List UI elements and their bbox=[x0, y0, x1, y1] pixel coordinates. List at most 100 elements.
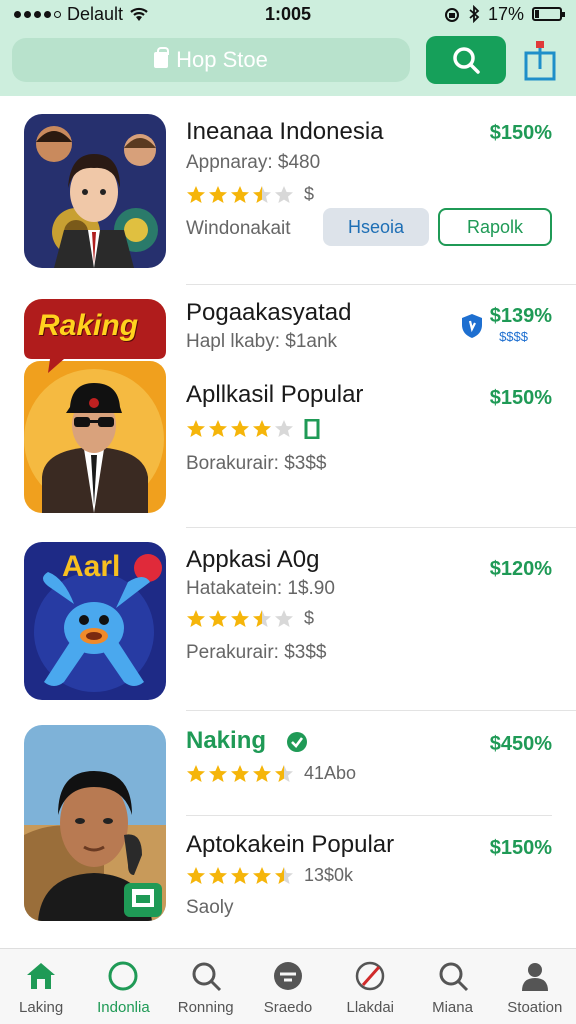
star-icon bbox=[275, 866, 293, 884]
list-item[interactable]: Raking Pogaakasyatad Hapl lkaby: $1ank $… bbox=[0, 285, 576, 527]
divider bbox=[186, 815, 552, 816]
tab-bar: Laking Indonlia Ronning Sraedo Llakdai M… bbox=[0, 948, 576, 1024]
secondary-button[interactable]: Hseoia bbox=[323, 208, 429, 246]
verified-badge-icon bbox=[287, 732, 307, 752]
chat-icon bbox=[273, 962, 302, 990]
verified-shield-icon bbox=[462, 314, 482, 338]
tab-label: Ronning bbox=[177, 999, 234, 1016]
app-name: Pogaakasyatad bbox=[186, 299, 352, 326]
star-icon bbox=[275, 764, 293, 782]
tab-label: Sraedo bbox=[263, 999, 313, 1016]
app-banner-text: Raking bbox=[38, 309, 139, 342]
battery-percent: 17% bbox=[487, 3, 524, 24]
star-icon bbox=[253, 764, 271, 782]
app-price: $139% bbox=[489, 305, 552, 327]
search-icon bbox=[453, 47, 480, 74]
list-item[interactable]: Naking $450% 41Abo Aptokakein Popular $1… bbox=[0, 711, 576, 947]
primary-button[interactable]: Rapolk bbox=[438, 208, 552, 246]
rating-stars: 13$0k bbox=[186, 865, 353, 886]
tab-miana[interactable]: Miana bbox=[411, 949, 493, 1024]
star-icon bbox=[231, 866, 249, 884]
app-price: $150% bbox=[489, 387, 552, 409]
star-icon bbox=[231, 185, 249, 203]
rating-stars: $ bbox=[186, 184, 314, 205]
search-placeholder: Hop Stoe bbox=[176, 47, 268, 72]
star-icon bbox=[275, 185, 293, 203]
app-name: Aptokakein Popular bbox=[186, 831, 395, 858]
tab-sraedo[interactable]: Sraedo bbox=[247, 949, 329, 1024]
lock-rotation-icon bbox=[444, 8, 459, 22]
signal-icon bbox=[14, 10, 61, 18]
pen-icon bbox=[356, 961, 385, 991]
app-detail: Windonakait bbox=[186, 218, 291, 239]
star-icon bbox=[253, 866, 271, 884]
star-icon bbox=[231, 609, 249, 627]
star-icon bbox=[187, 609, 205, 627]
tab-label: Laking bbox=[19, 999, 64, 1016]
rating-extra: 41Abo bbox=[304, 763, 357, 783]
rating-extra: $ bbox=[304, 184, 315, 204]
app-name: Apllkasil Popular bbox=[186, 381, 364, 408]
search-input[interactable]: Hop Stoe bbox=[12, 38, 410, 82]
app-subtitle: Hapl lkaby: $1ank bbox=[186, 331, 338, 352]
app-price: $150% bbox=[489, 837, 552, 859]
app-icon-photo bbox=[24, 725, 166, 921]
tab-indonlia[interactable]: Indonlia bbox=[82, 949, 164, 1024]
header: Hop Stoe bbox=[0, 28, 576, 96]
star-icon bbox=[253, 185, 271, 203]
star-icon bbox=[231, 420, 249, 437]
circle-icon bbox=[108, 961, 138, 991]
bookmark-icon bbox=[304, 419, 320, 439]
star-icon bbox=[209, 609, 227, 627]
rating-extra: $ bbox=[304, 608, 315, 628]
star-icon bbox=[209, 764, 227, 782]
rating-stars bbox=[186, 419, 320, 439]
tab-label: Miana bbox=[432, 999, 473, 1016]
search-icon bbox=[439, 962, 468, 992]
star-icon bbox=[187, 866, 205, 884]
status-bar: Delault 1:005 17% bbox=[0, 0, 576, 28]
app-name: Appkasi A0g bbox=[186, 546, 320, 573]
app-icon-raking: Raking bbox=[24, 299, 166, 513]
tab-ronning[interactable]: Ronning bbox=[165, 949, 247, 1024]
bluetooth-icon bbox=[469, 5, 480, 23]
star-icon bbox=[187, 185, 205, 203]
list-item[interactable]: Aarl Appkasi A0g Hatakatein: 1$.90 $120%… bbox=[0, 528, 576, 710]
app-price: $150% bbox=[489, 122, 552, 144]
app-price: $450% bbox=[489, 733, 552, 755]
app-name: Ineanaa Indonesia bbox=[186, 118, 384, 145]
tab-llakdai[interactable]: Llakdai bbox=[329, 949, 411, 1024]
rating-stars: $ bbox=[186, 608, 314, 629]
home-icon bbox=[27, 963, 56, 989]
app-detail: Borakurair: $3$$ bbox=[186, 453, 327, 474]
carrier-name: Delault bbox=[67, 3, 124, 24]
app-icon-aarl: Aarl bbox=[24, 542, 166, 700]
star-icon bbox=[209, 866, 227, 884]
shopping-bag-icon bbox=[154, 47, 170, 68]
search-icon bbox=[192, 962, 221, 992]
star-icon bbox=[253, 420, 271, 437]
app-subtitle: Hatakatein: 1$.90 bbox=[186, 578, 335, 599]
tab-label: Indonlia bbox=[97, 999, 150, 1016]
star-icon bbox=[275, 609, 293, 627]
battery-icon bbox=[532, 7, 565, 21]
app-detail: Perakurair: $3$$ bbox=[186, 642, 327, 663]
price-sub: $$$$ bbox=[499, 329, 528, 344]
rating-stars: 41Abo bbox=[186, 763, 356, 784]
app-subtitle: Appnaray: $480 bbox=[186, 152, 321, 173]
app-banner-text: Aarl bbox=[62, 550, 121, 583]
list-item[interactable]: Ineanaa Indonesia Appnaray: $480 $150% $… bbox=[0, 96, 576, 284]
tab-laking[interactable]: Laking bbox=[0, 949, 82, 1024]
tab-stoation[interactable]: Stoation bbox=[494, 949, 576, 1024]
search-button[interactable] bbox=[426, 36, 506, 84]
app-icon-character bbox=[24, 114, 166, 268]
star-icon bbox=[275, 420, 293, 437]
star-icon bbox=[209, 420, 227, 437]
rating-extra: 13$0k bbox=[304, 865, 354, 885]
app-detail: Saoly bbox=[186, 897, 234, 918]
star-icon bbox=[187, 420, 205, 437]
star-icon bbox=[187, 764, 205, 782]
star-icon bbox=[209, 185, 227, 203]
share-button[interactable] bbox=[520, 36, 560, 84]
app-list: Ineanaa Indonesia Appnaray: $480 $150% $… bbox=[0, 96, 576, 948]
